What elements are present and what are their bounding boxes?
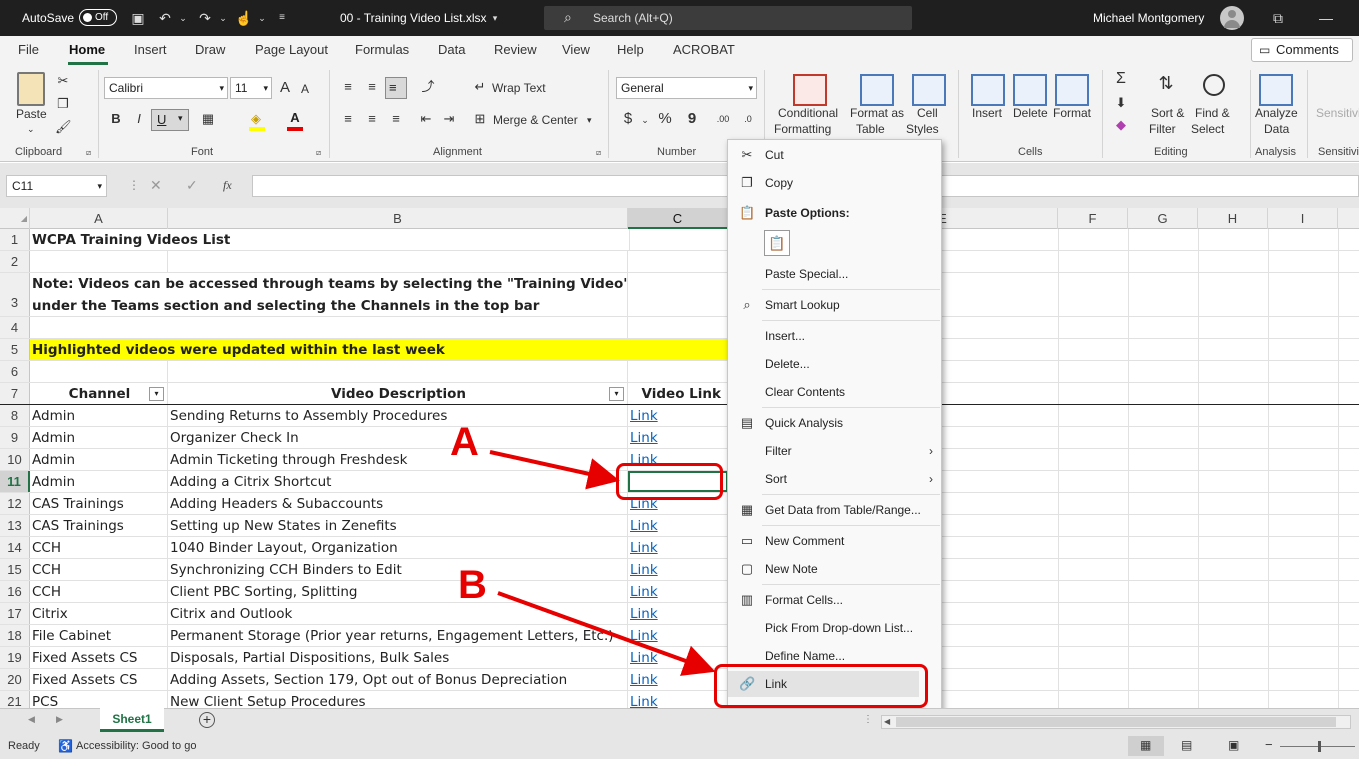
arrow-a	[489, 450, 620, 490]
highlight-box-cell-c11	[616, 463, 723, 500]
annotation-label-a: A	[450, 420, 479, 464]
annotation-arrows	[489, 450, 716, 676]
annotation-label-b: B	[458, 563, 487, 607]
arrow-b	[497, 591, 716, 676]
highlight-box-link-item	[714, 664, 928, 708]
